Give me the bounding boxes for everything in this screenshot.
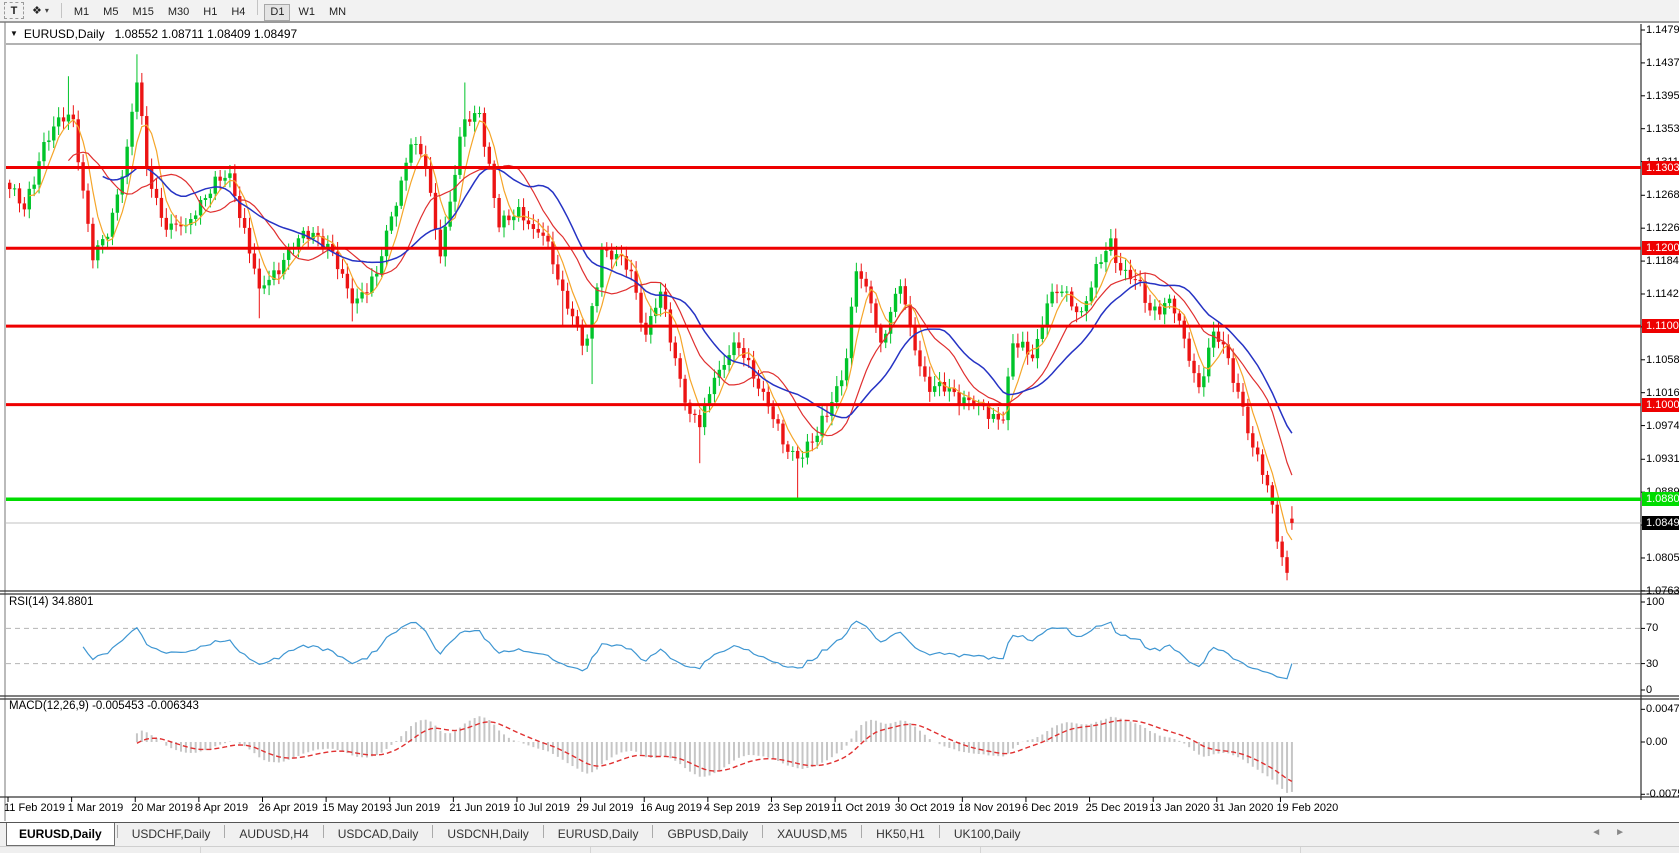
date-tick-label: 21 Jun 2019	[449, 802, 510, 814]
date-tick-label: 30 Oct 2019	[895, 802, 955, 814]
date-tick-label: 8 Apr 2019	[195, 802, 248, 814]
date-tick-label: 18 Nov 2019	[958, 802, 1020, 814]
date-tick-label: 3 Jun 2019	[386, 802, 440, 814]
slow-ma-line	[103, 167, 1292, 433]
date-tick-label: 23 Sep 2019	[767, 802, 829, 814]
rsi-axis-label: 100	[1646, 596, 1664, 608]
macd-axis-label: 0.004738	[1646, 703, 1679, 715]
date-tick-label: 20 Mar 2019	[131, 802, 193, 814]
resistance-price-label: 1.10008	[1642, 398, 1679, 412]
price-tick-label: 1.14370	[1646, 57, 1679, 69]
price-tick-label: 1.09310	[1646, 453, 1679, 465]
price-tick-label: 1.11420	[1646, 288, 1679, 300]
fast-ma-line	[29, 120, 1292, 540]
price-tick-label: 1.08050	[1646, 552, 1679, 564]
date-tick-label: 19 Feb 2020	[1276, 802, 1338, 814]
rsi-line	[83, 621, 1292, 679]
macd-indicator-label: MACD(12,26,9) -0.005453 -0.006343	[9, 700, 199, 712]
resistance-price-label: 1.12004	[1642, 241, 1679, 255]
date-tick-label: 25 Dec 2019	[1086, 802, 1148, 814]
resistance-price-label: 1.11009	[1642, 319, 1679, 333]
macd-axis-label: 0.00	[1646, 736, 1667, 748]
rsi-indicator-label: RSI(14) 34.8801	[9, 596, 93, 608]
date-tick-label: 16 Aug 2019	[640, 802, 702, 814]
candles	[8, 54, 1294, 580]
macd-axis-label: -0.00758	[1646, 788, 1679, 800]
support-price-label: 1.08800	[1642, 492, 1679, 506]
mid-ma-line	[68, 152, 1292, 475]
date-tick-label: 31 Jan 2020	[1213, 802, 1274, 814]
date-tick-label: 13 Jan 2020	[1149, 802, 1210, 814]
resistance-price-label: 1.13034	[1642, 161, 1679, 175]
date-tick-label: 11 Oct 2019	[831, 802, 890, 814]
date-tick-label: 15 May 2019	[322, 802, 386, 814]
price-tick-label: 1.11840	[1646, 255, 1679, 267]
chart-canvas[interactable]	[0, 0, 1679, 853]
date-tick-label: 4 Sep 2019	[704, 802, 760, 814]
date-tick-label: 11 Feb 2019	[4, 802, 65, 814]
date-tick-label: 29 Jul 2019	[577, 802, 634, 814]
price-tick-label: 1.14790	[1646, 24, 1679, 36]
rsi-axis-label: 0	[1646, 684, 1652, 696]
date-tick-label: 6 Dec 2019	[1022, 802, 1078, 814]
price-tick-label: 1.12260	[1646, 222, 1679, 234]
price-tick-label: 1.13950	[1646, 90, 1679, 102]
date-tick-label: 1 Mar 2019	[68, 802, 124, 814]
price-tick-label: 1.12680	[1646, 189, 1679, 201]
rsi-axis-label: 70	[1646, 622, 1658, 634]
rsi-axis-label: 30	[1646, 658, 1658, 670]
price-tick-label: 1.09740	[1646, 420, 1679, 432]
current-price-label: 1.08497	[1642, 516, 1679, 530]
trading-terminal: T ❖ ▾ M1M5M15M30H1H4D1W1MN ▼ EURUSD,Dail…	[0, 0, 1679, 853]
date-tick-label: 10 Jul 2019	[513, 802, 570, 814]
price-tick-label: 1.10580	[1646, 354, 1679, 366]
price-tick-label: 1.13530	[1646, 123, 1679, 135]
date-tick-label: 26 Apr 2019	[258, 802, 317, 814]
